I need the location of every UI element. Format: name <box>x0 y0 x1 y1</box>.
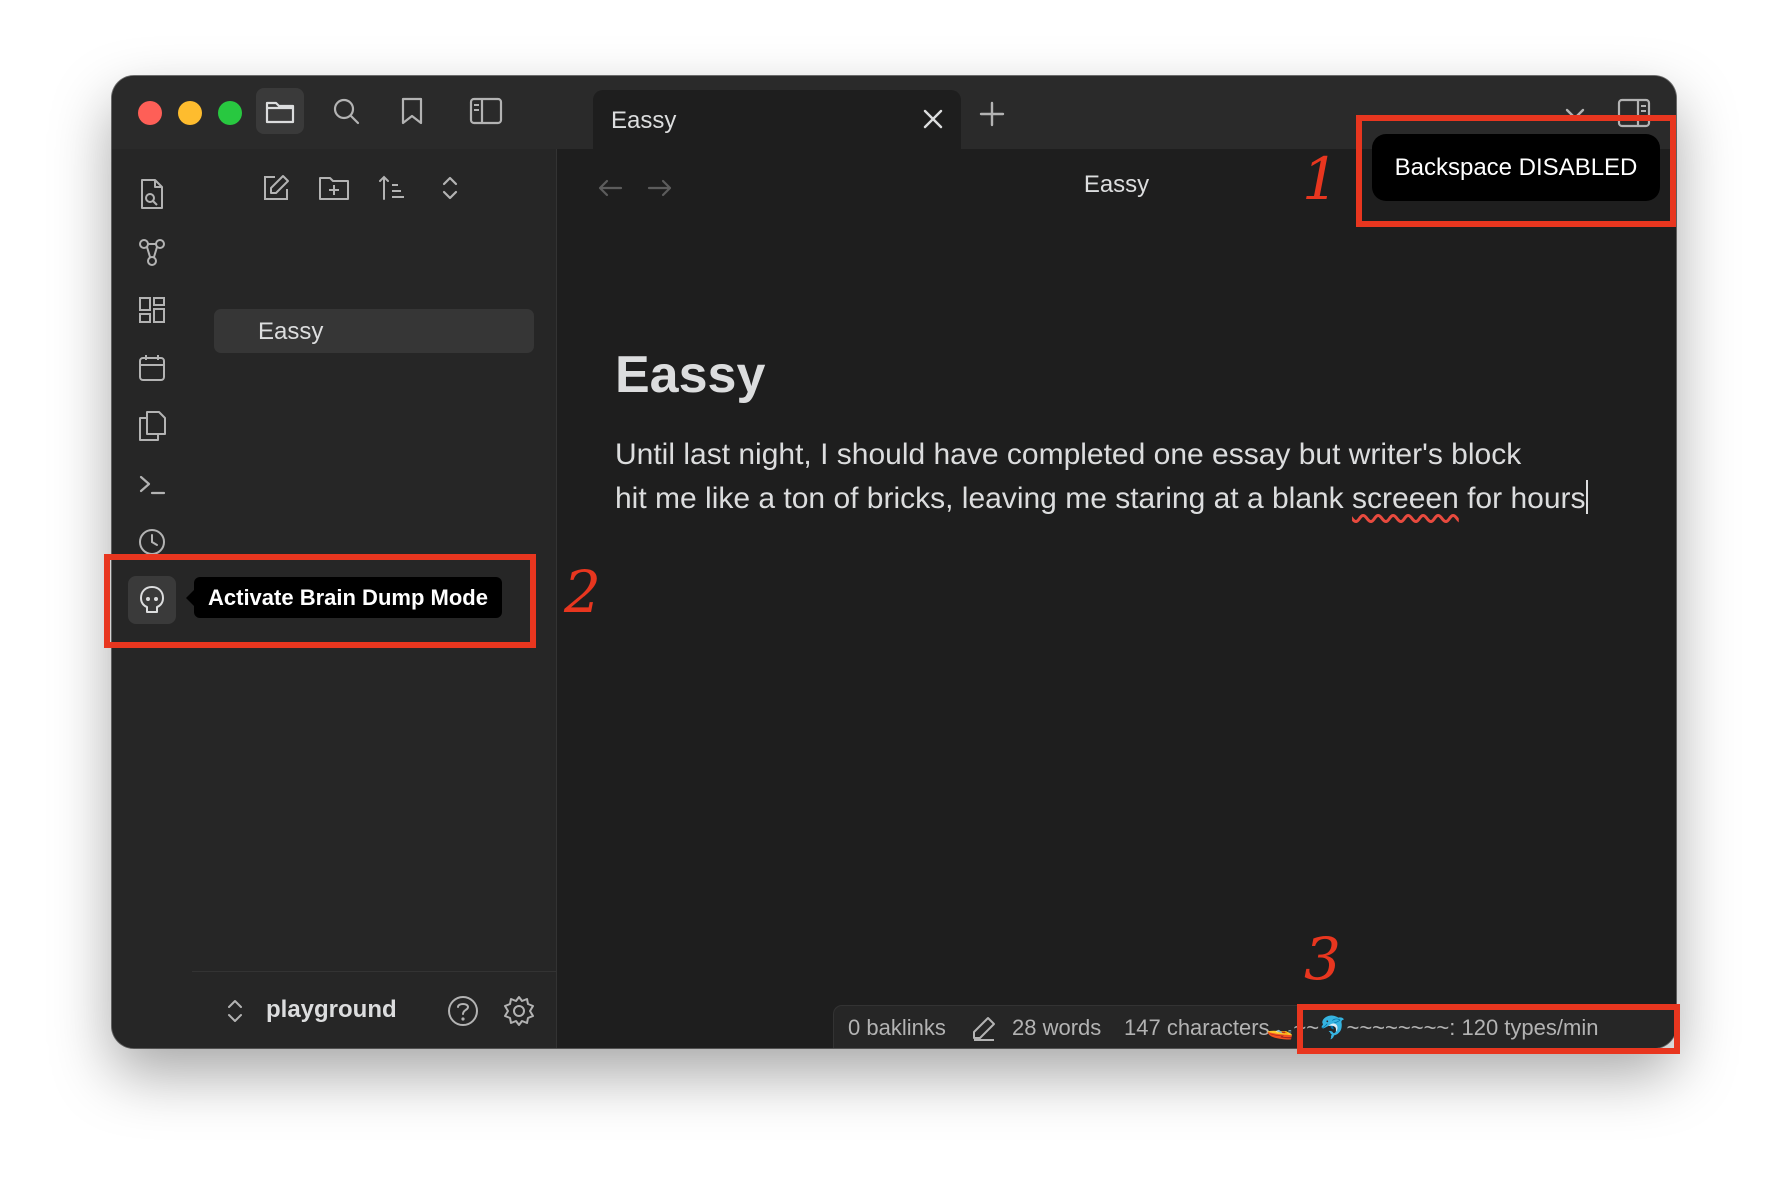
annotation-box-1 <box>1356 115 1676 227</box>
new-note-icon[interactable] <box>255 167 297 209</box>
file-item-label: Eassy <box>258 318 324 345</box>
vault-name[interactable]: playground <box>266 996 397 1024</box>
character-count: 147 characters <box>1124 1015 1270 1040</box>
body-text: hit me like a ton of bricks, leaving me … <box>615 482 1353 515</box>
sidebar-toggle-icon[interactable] <box>462 88 510 134</box>
new-tab-icon[interactable] <box>976 98 1008 130</box>
annotation-box-3 <box>1297 1004 1680 1054</box>
editor-pane[interactable]: Eassy Eassy Until last night, I should h… <box>557 149 1676 1048</box>
close-window-button[interactable] <box>138 101 162 125</box>
graph-view-icon[interactable] <box>128 228 176 276</box>
tab-title: Eassy <box>611 107 677 134</box>
new-folder-icon[interactable] <box>313 167 355 209</box>
canvas-icon[interactable] <box>128 286 176 334</box>
misspelled-word[interactable]: screeen <box>1352 482 1459 515</box>
document-title[interactable]: Eassy <box>615 345 765 405</box>
close-tab-icon[interactable] <box>919 105 947 133</box>
document-body[interactable]: Until last night, I should have complete… <box>615 433 1595 521</box>
settings-gear-icon[interactable] <box>502 994 536 1028</box>
annotation-box-2 <box>104 554 536 648</box>
word-count: 28 words <box>1012 1015 1102 1040</box>
terminal-icon[interactable] <box>128 460 176 508</box>
search-icon[interactable] <box>322 88 370 134</box>
help-icon[interactable] <box>446 994 480 1028</box>
explorer-toolbar <box>192 167 556 215</box>
annotation-number-3: 3 <box>1304 925 1341 993</box>
file-item-eassy[interactable]: Eassy <box>214 309 534 353</box>
annotation-number-2: 2 <box>564 558 601 626</box>
tab-eassy[interactable]: Eassy <box>593 90 961 149</box>
body-text: for hours <box>1458 482 1586 515</box>
annotation-number-1: 1 <box>1302 145 1339 213</box>
calendar-icon[interactable] <box>128 344 176 392</box>
body-line-1: Until last night, I should have complete… <box>615 438 1522 471</box>
templates-icon[interactable] <box>128 402 176 450</box>
collapse-all-icon[interactable] <box>429 167 471 209</box>
text-cursor <box>1585 480 1588 514</box>
zoom-window-button[interactable] <box>218 101 242 125</box>
chevron-updown-icon[interactable] <box>225 997 245 1025</box>
minimize-window-button[interactable] <box>178 101 202 125</box>
quick-switcher-icon[interactable] <box>128 170 176 218</box>
pencil-icon[interactable] <box>970 1014 998 1042</box>
body-line-2: hit me like a ton of bricks, leaving me … <box>615 477 1595 521</box>
folder-icon[interactable] <box>256 88 304 134</box>
vault-switcher[interactable]: playground <box>192 971 556 1048</box>
bookmark-icon[interactable] <box>388 88 436 134</box>
backlinks-count[interactable]: 0 baklinks <box>848 1015 946 1041</box>
sort-icon[interactable] <box>371 167 413 209</box>
